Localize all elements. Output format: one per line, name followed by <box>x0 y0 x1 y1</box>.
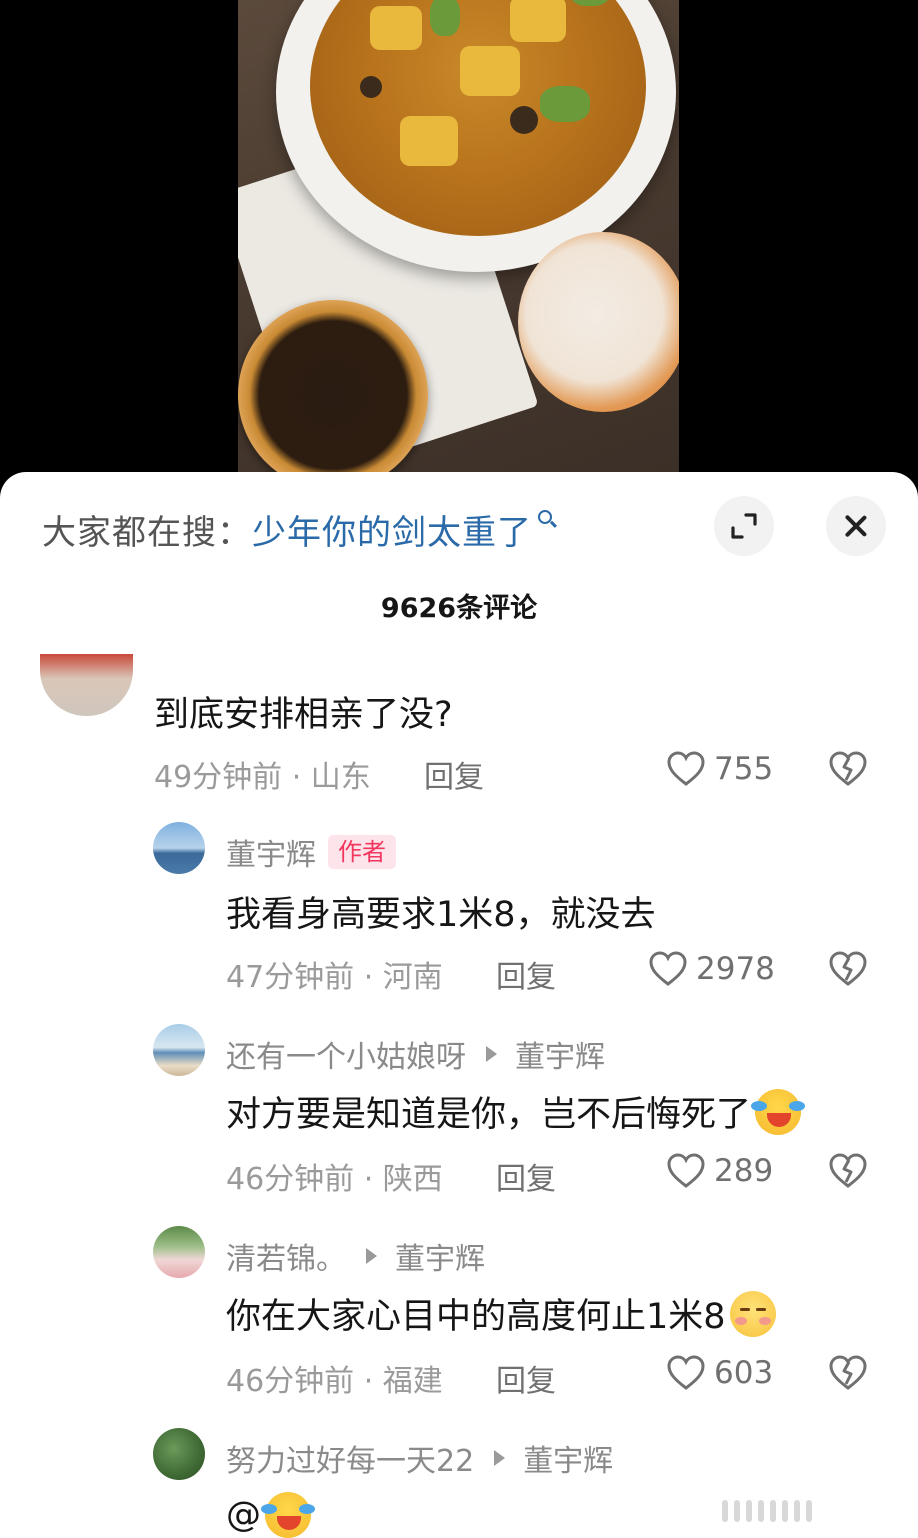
trending-search-prefix: 大家都在搜： <box>42 512 252 553</box>
comment-username-row: 清若锦。 董宇辉 <box>226 1234 485 1278</box>
comment-username-row: 努力过好每一天22 董宇辉 <box>226 1436 613 1480</box>
comment-meta: 47分钟前 · 河南 <box>226 960 443 995</box>
comment-text-content: 对方要是知道是你，岂不后悔死了 <box>226 1095 752 1135</box>
comment-text: 我看身高要求1米8，就没去 <box>226 886 656 937</box>
like-button[interactable]: 755 <box>666 750 773 788</box>
reply-to-username[interactable]: 董宇辉 <box>395 1234 485 1278</box>
comment-item: 到底安排相亲了没? 49分钟前 · 山东 回复 755 <box>0 650 918 795</box>
dislike-button[interactable] <box>828 1354 868 1396</box>
heart-icon <box>649 951 687 986</box>
comment-text: 到底安排相亲了没? <box>154 686 453 737</box>
like-count: 289 <box>714 1153 774 1189</box>
comment-item: 清若锦。 董宇辉 你在大家心目中的高度何止1米8 46分钟前 · 福建 回复 6… <box>0 1226 918 1399</box>
like-button[interactable]: 2978 <box>648 950 775 988</box>
comment-username[interactable]: 还有一个小姑娘呀 <box>226 1032 466 1076</box>
comment-username[interactable]: 董宇辉 <box>226 830 316 874</box>
like-button[interactable]: 603 <box>666 1354 773 1392</box>
comment-count: 9626条评论 <box>380 593 538 624</box>
watermark-strip <box>722 1494 902 1528</box>
avatar[interactable] <box>153 1024 205 1076</box>
reply-button[interactable]: 回复 <box>496 1154 556 1198</box>
search-icon <box>538 510 552 524</box>
avatar[interactable] <box>153 1226 205 1278</box>
broken-heart-icon <box>829 1153 867 1188</box>
like-count: 2978 <box>696 951 775 987</box>
broken-heart-icon <box>829 751 867 786</box>
comment-meta: 49分钟前 · 山东 <box>154 760 371 795</box>
soup <box>310 0 646 236</box>
comment-item: 董宇辉 作者 我看身高要求1米8，就没去 47分钟前 · 河南 回复 2978 <box>0 822 918 995</box>
reply-button[interactable]: 回复 <box>424 752 484 796</box>
heart-icon <box>667 1153 705 1188</box>
comment-meta: 46分钟前 · 福建 <box>226 1364 443 1399</box>
comment-text: 对方要是知道是你，岂不后悔死了 <box>226 1086 806 1137</box>
comment-text: @ <box>226 1492 315 1538</box>
comment-username[interactable]: 努力过好每一天22 <box>226 1436 474 1480</box>
comment-sheet: 大家都在搜： 少年你的剑太重了 9626条评论 到底安排相亲了没? 49分钟前 … <box>0 472 918 1538</box>
video-frame-food-photo <box>238 0 679 472</box>
dislike-button[interactable] <box>828 750 868 792</box>
comment-meta: 46分钟前 · 陕西 <box>226 1162 443 1197</box>
reply-arrow-icon <box>494 1450 506 1466</box>
like-button[interactable]: 289 <box>666 1152 773 1190</box>
avatar[interactable] <box>153 822 205 874</box>
dislike-button[interactable] <box>828 950 868 992</box>
comment-username-row: 还有一个小姑娘呀 董宇辉 <box>226 1032 605 1076</box>
sauce-lid <box>518 232 679 412</box>
reply-to-username[interactable]: 董宇辉 <box>515 1032 605 1076</box>
comment-username[interactable]: 清若锦。 <box>226 1234 346 1278</box>
comment-item: 还有一个小姑娘呀 董宇辉 对方要是知道是你，岂不后悔死了 46分钟前 · 陕西 … <box>0 1024 918 1197</box>
reply-arrow-icon <box>486 1046 497 1062</box>
trending-search[interactable]: 大家都在搜： 少年你的剑太重了 <box>42 504 552 554</box>
like-count: 603 <box>714 1355 774 1391</box>
like-count: 755 <box>714 751 774 787</box>
close-icon <box>844 514 868 538</box>
broken-heart-icon <box>829 1355 867 1390</box>
comment-text-content: 到底安排相亲了没? <box>154 695 453 735</box>
reply-button[interactable]: 回复 <box>496 952 556 996</box>
comment-text: 你在大家心目中的高度何止1米8 <box>226 1288 776 1339</box>
laughing-crying-emoji-icon <box>751 1088 806 1135</box>
comment-text-content: @ <box>226 1495 261 1535</box>
comment-username-row: 董宇辉 作者 <box>226 830 396 874</box>
author-badge: 作者 <box>328 835 396 869</box>
expand-icon <box>731 513 757 539</box>
comment-text-content: 我看身高要求1米8，就没去 <box>226 895 656 935</box>
trending-search-term[interactable]: 少年你的剑太重了 <box>252 505 532 554</box>
close-button[interactable] <box>826 496 886 556</box>
video-player[interactable] <box>0 0 918 480</box>
reply-button[interactable]: 回复 <box>496 1356 556 1400</box>
avatar[interactable] <box>153 1428 205 1480</box>
heart-icon <box>667 1355 705 1390</box>
dislike-button[interactable] <box>828 1152 868 1194</box>
reply-arrow-icon <box>366 1248 377 1264</box>
avatar[interactable] <box>40 654 133 716</box>
blushing-emoji-icon <box>729 1290 776 1337</box>
reply-to-username[interactable]: 董宇辉 <box>523 1436 613 1480</box>
broken-heart-icon <box>829 951 867 986</box>
laughing-crying-emoji-icon <box>261 1492 315 1538</box>
comment-text-content: 你在大家心目中的高度何止1米8 <box>226 1297 726 1337</box>
heart-icon <box>667 751 705 786</box>
expand-button[interactable] <box>714 496 774 556</box>
